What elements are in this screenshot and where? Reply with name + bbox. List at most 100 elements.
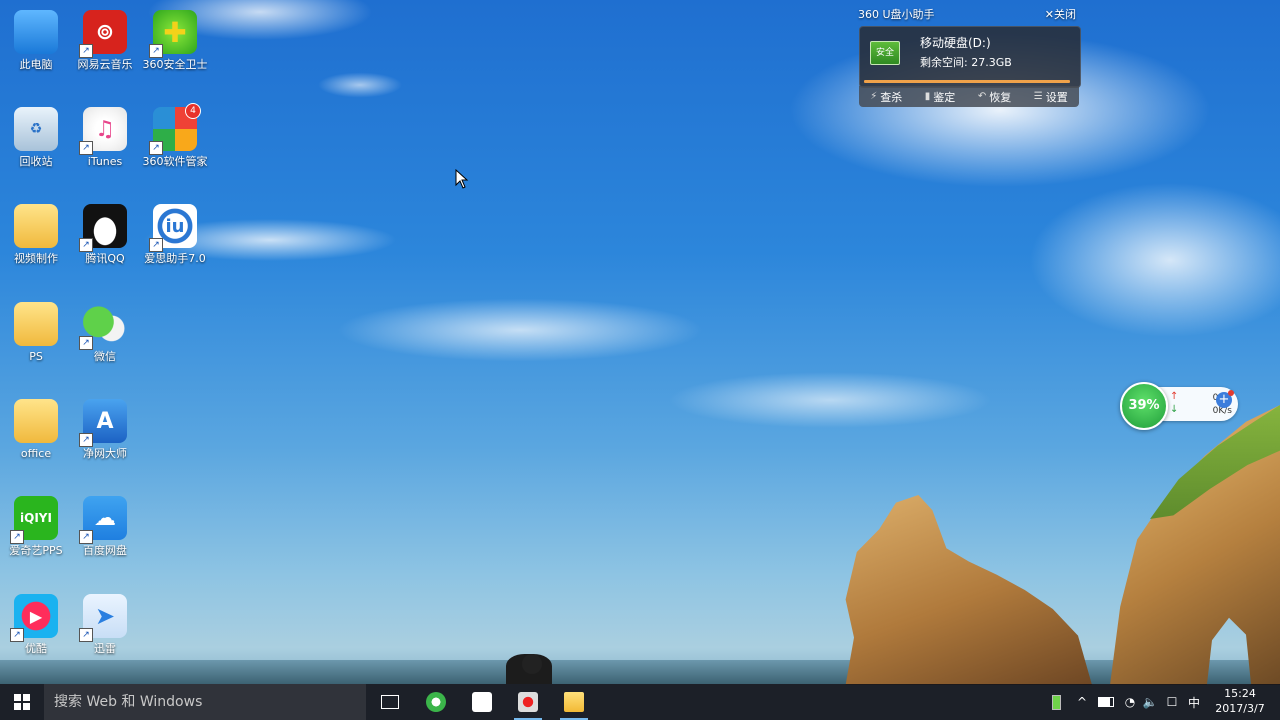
- shortcut-arrow-icon: ↗: [79, 530, 93, 544]
- taskbar-360-browser[interactable]: [414, 684, 458, 720]
- desktop-icon-360-safe[interactable]: ✚ ↗ 360安全卫士: [139, 4, 211, 72]
- usb-action-label: 恢复: [989, 90, 1012, 104]
- 360-browser-icon: [426, 692, 446, 712]
- notification-icon: ☐: [1166, 695, 1178, 709]
- desktop-icon-label: 此电脑: [19, 58, 53, 71]
- desktop-icon-video-folder[interactable]: 视频制作: [0, 198, 72, 266]
- chevron-up-icon: ^: [1076, 695, 1088, 709]
- tray-battery-charge-icon[interactable]: [1046, 684, 1066, 720]
- xunlei-icon: ➤ ↗: [79, 594, 127, 642]
- shortcut-arrow-icon: ↗: [79, 238, 93, 252]
- taskbar-screen-recorder[interactable]: [506, 684, 550, 720]
- shortcut-arrow-icon: ↗: [149, 141, 163, 155]
- shortcut-arrow-icon: ↗: [79, 141, 93, 155]
- taskbar-task-view[interactable]: [368, 684, 412, 720]
- store-icon: [472, 692, 492, 712]
- usb-drive-name: 移动硬盘(D:): [920, 36, 991, 50]
- wallpaper-person-head: [522, 654, 542, 674]
- tray-show-hidden-icons[interactable]: ^: [1072, 684, 1092, 720]
- tray-volume[interactable]: 🔈: [1140, 684, 1160, 720]
- youku-icon: ▶ ↗: [10, 594, 58, 642]
- desktop-icon-label: 视频制作: [14, 252, 58, 265]
- desktop-icon-iqiyi[interactable]: iQIYI ↗ 爱奇艺PPS: [0, 490, 72, 558]
- desktop-icon-i4-assistant[interactable]: iu ↗ 爱思助手7.0: [139, 198, 211, 266]
- shortcut-arrow-icon: ↗: [79, 336, 93, 350]
- clock-time: 15:24: [1224, 687, 1256, 700]
- desktop-icon-label: 百度网盘: [83, 544, 127, 557]
- usb-action-label: 鉴定: [933, 90, 956, 104]
- usb-restore-button[interactable]: ↶ 恢复: [978, 89, 1011, 105]
- scan-icon: ⚡: [870, 91, 878, 102]
- usb-helper-title: 360 U盘小助手: [858, 8, 935, 21]
- restore-icon: ↶: [977, 91, 987, 102]
- identify-icon: ▮: [924, 91, 931, 102]
- wallpaper-rock-left: [845, 495, 1092, 685]
- usb-settings-button[interactable]: ☰ 设置: [1034, 89, 1068, 105]
- desktop-icon-label: 腾讯QQ: [85, 252, 125, 265]
- folder-icon: [14, 302, 58, 346]
- tray-ime[interactable]: 中: [1184, 684, 1204, 720]
- jingwang-icon: A ↗: [79, 399, 127, 447]
- usb-helper-close-button[interactable]: ✕关闭: [1045, 6, 1076, 24]
- folder-icon: [14, 204, 58, 248]
- desktop-icon-youku[interactable]: ▶ ↗ 优酷: [0, 588, 72, 656]
- network-speed-widget[interactable]: ↑ 0K/s ↓ 0K/s + 39%: [1120, 382, 1240, 430]
- desktop-icon-label: 360软件管家: [142, 155, 208, 168]
- task-view-icon: [381, 695, 399, 709]
- folder-icon: [564, 692, 584, 712]
- computer-icon: [14, 10, 58, 54]
- desktop-icon-label: office: [20, 447, 52, 460]
- search-input[interactable]: [44, 684, 354, 720]
- shortcut-arrow-icon: ↗: [149, 238, 163, 252]
- battery-icon: [1098, 697, 1114, 707]
- shortcut-arrow-icon: ↗: [79, 44, 93, 58]
- baidu-netdisk-icon: ☁ ↗: [79, 496, 127, 544]
- taskbar-file-explorer[interactable]: [552, 684, 596, 720]
- tray-power[interactable]: [1096, 684, 1116, 720]
- usb-free-space: 剩余空间: 27.3GB: [920, 56, 1012, 69]
- desktop-icon-recycle-bin[interactable]: ♻ 回收站: [0, 101, 72, 169]
- start-button[interactable]: [0, 684, 44, 720]
- desktop-icon-wechat[interactable]: ↗ 微信: [69, 296, 141, 364]
- taskbar-clock[interactable]: 15:24 2017/3/7: [1206, 686, 1274, 716]
- shortcut-arrow-icon: ↗: [10, 530, 24, 544]
- desktop-icon-label: PS: [29, 350, 43, 363]
- desktop-icon-jingwang[interactable]: A ↗ 净网大师: [69, 393, 141, 461]
- usb-scan-button[interactable]: ⚡ 查杀: [870, 89, 902, 105]
- iqiyi-icon: iQIYI ↗: [10, 496, 58, 544]
- desktop-icon-label: 爱思助手7.0: [144, 252, 206, 265]
- desktop-icon-360-software-manager[interactable]: 4 ↗ 360软件管家: [139, 101, 211, 169]
- desktop-icon-netease-music[interactable]: ⊚ ↗ 网易云音乐: [69, 4, 141, 72]
- usb-identify-button[interactable]: ▮ 鉴定: [925, 89, 956, 105]
- battery-charging-icon: [1051, 694, 1061, 710]
- taskbar-search[interactable]: [44, 684, 366, 720]
- notification-badge: 4: [185, 103, 201, 119]
- desktop-icon-label: 爱奇艺PPS: [9, 544, 63, 557]
- usb-helper-actions: ⚡ 查杀 ▮ 鉴定 ↶ 恢复 ☰ 设置: [859, 86, 1079, 107]
- desktop-icon-itunes[interactable]: ♫ ↗ iTunes: [69, 101, 141, 169]
- desktop-icon-label: 回收站: [19, 155, 53, 168]
- wifi-icon: ◔: [1124, 695, 1136, 709]
- usb-drive-icon: 安全: [870, 41, 900, 65]
- desktop-icon-qq[interactable]: ↗ 腾讯QQ: [69, 198, 141, 266]
- shortcut-arrow-icon: ↗: [10, 628, 24, 642]
- desktop-icon-label: 网易云音乐: [77, 58, 133, 71]
- record-icon: [518, 692, 538, 712]
- usb-drive-card[interactable]: 安全 移动硬盘(D:) 剩余空间: 27.3GB: [859, 26, 1081, 88]
- desktop-icon-this-pc[interactable]: 此电脑: [0, 4, 72, 72]
- settings-icon: ☰: [1033, 91, 1043, 102]
- desktop-icon-baidu-netdisk[interactable]: ☁ ↗ 百度网盘: [69, 490, 141, 558]
- memory-usage-ball[interactable]: 39%: [1120, 382, 1168, 430]
- tray-wifi[interactable]: ◔: [1120, 684, 1140, 720]
- usb-helper-panel: 360 U盘小助手 ✕关闭 安全 移动硬盘(D:) 剩余空间: 27.3GB ⚡…: [858, 6, 1081, 108]
- taskbar-store[interactable]: [460, 684, 504, 720]
- tray-action-center[interactable]: ☐: [1162, 684, 1182, 720]
- desktop-icon-xunlei[interactable]: ➤ ↗ 迅雷: [69, 588, 141, 656]
- desktop-icon-label: 优酷: [25, 642, 47, 655]
- desktop-icon-office-folder[interactable]: office: [0, 393, 72, 461]
- windows-logo-icon: [14, 694, 30, 710]
- desktop-icon-ps-folder[interactable]: PS: [0, 296, 72, 364]
- usb-capacity-bar-fill: [864, 80, 1070, 83]
- desktop-icon-label: iTunes: [87, 155, 123, 168]
- usb-action-label: 设置: [1045, 90, 1068, 104]
